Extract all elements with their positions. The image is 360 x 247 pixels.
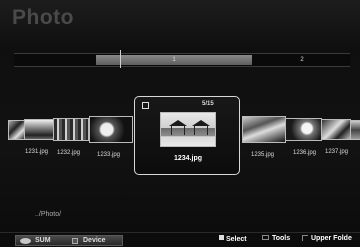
thumbnail-1231[interactable]	[24, 119, 54, 140]
page-indicator-bar: 1 2	[14, 50, 350, 68]
sum-label: SUM	[35, 237, 51, 244]
thumbnail-label: 1231.jpg	[25, 149, 49, 155]
photo-browser-screen: Photo 1 2 1231.jpg 1232.jpg 1233.jpg 123…	[0, 0, 360, 247]
thumbnail-1236[interactable]	[285, 118, 322, 141]
select-key-icon	[219, 235, 224, 240]
thumbnail-1235[interactable]	[242, 116, 286, 143]
sum-icon	[20, 238, 31, 244]
device-icon	[72, 238, 78, 244]
return-key-icon	[302, 235, 308, 241]
focused-photo-image	[160, 112, 216, 147]
thumbnail-label: 1235.jpg	[251, 152, 275, 158]
upper-folder-button[interactable]: Upper Folde	[302, 235, 352, 242]
thumbnail-next-partial[interactable]	[350, 120, 360, 140]
device-label: Device	[83, 237, 106, 244]
device-selector[interactable]: SUM Device	[15, 235, 123, 246]
thumbnail-label: 1232.jpg	[57, 150, 81, 156]
thumbnail-1233[interactable]	[89, 116, 133, 143]
select-checkbox[interactable]	[142, 102, 149, 109]
page-cursor-marker	[120, 50, 121, 68]
focused-thumbnail-card[interactable]: 5/15 1234.jpg	[134, 96, 240, 175]
bottom-control-bar: SUM Device Select Tools Upper Folde	[0, 232, 360, 247]
thumbnail-label: 1237.jpg	[325, 149, 349, 155]
thumbnail-1232[interactable]	[53, 118, 89, 141]
focused-photo-name: 1234.jpg	[173, 155, 202, 162]
tools-key-icon	[262, 235, 269, 240]
thumbnail-label: 1233.jpg	[97, 152, 121, 158]
folder-path: ../Photo/	[35, 211, 62, 218]
page-2-segment[interactable]: 2	[254, 55, 350, 65]
select-button[interactable]: Select	[219, 235, 247, 243]
page-title: Photo	[12, 6, 74, 29]
item-counter: 5/15	[202, 101, 214, 107]
thumbnail-1237[interactable]	[321, 119, 351, 140]
thumbnail-label: 1236.jpg	[293, 150, 317, 156]
thumbnail-1231-partial[interactable]	[8, 120, 25, 140]
tools-button[interactable]: Tools	[262, 235, 290, 242]
